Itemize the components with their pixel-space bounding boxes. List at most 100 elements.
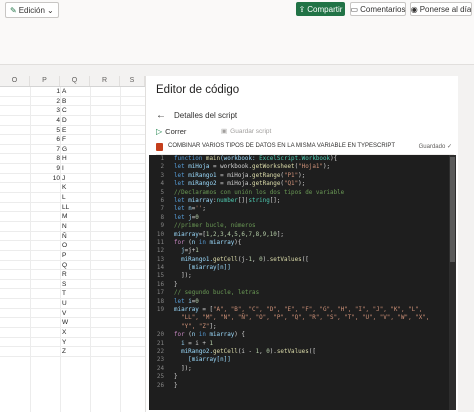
- number-cell[interactable]: 7: [30, 145, 60, 154]
- letter-cell[interactable]: F: [62, 135, 82, 144]
- editor-scrollbar[interactable]: [449, 155, 456, 410]
- letter-cell[interactable]: L: [62, 193, 82, 202]
- table-row: LL: [0, 203, 145, 213]
- code-token: (j-: [237, 256, 249, 263]
- line-number: 23: [156, 357, 164, 364]
- code-text: function main(workbook: ExcelScript.Work…: [174, 155, 337, 163]
- letter-cell[interactable]: G: [62, 145, 82, 154]
- number-cell[interactable]: 3: [30, 106, 60, 115]
- editing-mode-dropdown[interactable]: ✎ Edición ⌄: [5, 2, 59, 18]
- right-gutter: [458, 76, 474, 412]
- column-header[interactable]: S: [120, 76, 145, 86]
- column-header[interactable]: Q: [60, 76, 90, 86]
- code-editor[interactable]: 1 function main(workbook: ExcelScript.Wor…: [149, 155, 449, 410]
- run-button[interactable]: ▷ Correr: [156, 127, 186, 136]
- run-label: Correr: [165, 127, 187, 136]
- code-token: "Q1": [283, 181, 299, 188]
- number-cell[interactable]: 6: [30, 135, 60, 144]
- column-header[interactable]: R: [90, 76, 120, 86]
- code-text: i = i + 1: [174, 340, 213, 348]
- back-arrow-icon[interactable]: ←: [156, 110, 166, 121]
- code-line: 19 miarray = ["A", "B", "C", "D", "E", "F…: [149, 306, 449, 314]
- play-icon: ▷: [156, 127, 163, 136]
- letter-cell[interactable]: R: [62, 270, 82, 279]
- pencil-icon: ✎: [10, 5, 17, 15]
- letter-cell[interactable]: J: [62, 174, 82, 183]
- code-token: getCell: [213, 256, 238, 263]
- code-token: "P1": [283, 172, 299, 179]
- letter-cell[interactable]: M: [62, 212, 82, 221]
- letter-cell[interactable]: Z: [62, 347, 82, 356]
- code-line: 6 let miarray:number[]|string[];: [149, 197, 449, 205]
- letter-cell[interactable]: A: [62, 87, 82, 96]
- letter-cell[interactable]: B: [62, 97, 82, 106]
- letter-cell[interactable]: X: [62, 328, 82, 337]
- line-number: 26: [156, 382, 164, 389]
- script-name[interactable]: COMBINAR VARIOS TIPOS DE DATOS EN LA MIS…: [168, 143, 395, 149]
- panel-title: Editor de código: [156, 84, 240, 96]
- catch-up-button[interactable]: ◉ Ponerse al día: [410, 2, 472, 16]
- table-row: 2B: [0, 97, 145, 107]
- letter-cell[interactable]: Ñ: [62, 232, 82, 241]
- spreadsheet-grid[interactable]: O P Q R S 1 A 2 B 3 C 4 D 5 E 6 F 7 G 8 H 9 I 10 J K L LL M N Ñ O P…: [0, 76, 145, 412]
- number-cell[interactable]: 2: [30, 97, 60, 106]
- save-script-button[interactable]: ▣ Guardar script: [221, 127, 271, 136]
- letter-cell[interactable]: V: [62, 309, 82, 318]
- editing-mode-label: Edición: [18, 5, 45, 15]
- code-line: 24 ]);: [149, 365, 449, 373]
- letter-cell[interactable]: C: [62, 106, 82, 115]
- column-header[interactable]: O: [0, 76, 30, 86]
- letter-cell[interactable]: H: [62, 154, 82, 163]
- letter-cell[interactable]: Y: [62, 338, 82, 347]
- letter-cell[interactable]: I: [62, 164, 82, 173]
- letter-cell[interactable]: S: [62, 280, 82, 289]
- code-token: ).: [269, 348, 277, 355]
- code-token: [miarray[n]]: [174, 357, 231, 364]
- code-line: 25}: [149, 373, 449, 381]
- code-token: let: [174, 164, 189, 171]
- code-token: miHoja: [188, 164, 214, 171]
- table-row: 4D: [0, 116, 145, 126]
- number-cell[interactable]: 1: [30, 87, 60, 96]
- table-row: M: [0, 212, 145, 222]
- code-token: 0: [195, 298, 199, 305]
- code-text: }: [174, 382, 178, 390]
- table-row: N: [0, 222, 145, 232]
- number-cell[interactable]: 10: [30, 174, 60, 183]
- code-text: "Y", "Z"];: [174, 323, 216, 331]
- letter-cell[interactable]: D: [62, 116, 82, 125]
- letter-cell[interactable]: P: [62, 251, 82, 260]
- table-row: 8H: [0, 154, 145, 165]
- letter-cell[interactable]: U: [62, 299, 82, 308]
- code-line: 15 ]);: [149, 272, 449, 280]
- letter-cell[interactable]: O: [62, 241, 82, 250]
- table-row: Z: [0, 347, 145, 357]
- code-token: let: [174, 298, 189, 305]
- line-number: 5: [160, 189, 164, 196]
- letter-cell[interactable]: W: [62, 318, 82, 327]
- code-token: ];: [276, 231, 284, 238]
- number-cell[interactable]: 4: [30, 116, 60, 125]
- letter-cell[interactable]: K: [62, 183, 82, 192]
- comments-button[interactable]: ▭ Comentarios: [350, 2, 406, 16]
- column-header[interactable]: P: [30, 76, 60, 86]
- code-text: }: [174, 281, 178, 289]
- script-file-icon: [156, 143, 163, 151]
- scrollbar-thumb[interactable]: [450, 157, 455, 262]
- letter-cell[interactable]: T: [62, 289, 82, 298]
- letter-cell[interactable]: E: [62, 126, 82, 135]
- letter-cell[interactable]: Q: [62, 261, 82, 270]
- table-row: K: [0, 183, 145, 194]
- line-number: 17: [156, 290, 164, 297]
- table-row: L: [0, 193, 145, 203]
- number-cell[interactable]: 8: [30, 154, 60, 163]
- code-line: 17 // segundo bucle, letras: [149, 289, 449, 297]
- catch-up-icon: ◉: [410, 4, 418, 14]
- number-cell[interactable]: 5: [30, 126, 60, 135]
- share-button[interactable]: ⇪ Compartir: [296, 2, 345, 16]
- table-row: 1A: [0, 87, 145, 97]
- letter-cell[interactable]: N: [62, 222, 82, 231]
- code-token: ){: [330, 156, 338, 162]
- number-cell[interactable]: 9: [30, 164, 60, 173]
- letter-cell[interactable]: LL: [62, 203, 82, 212]
